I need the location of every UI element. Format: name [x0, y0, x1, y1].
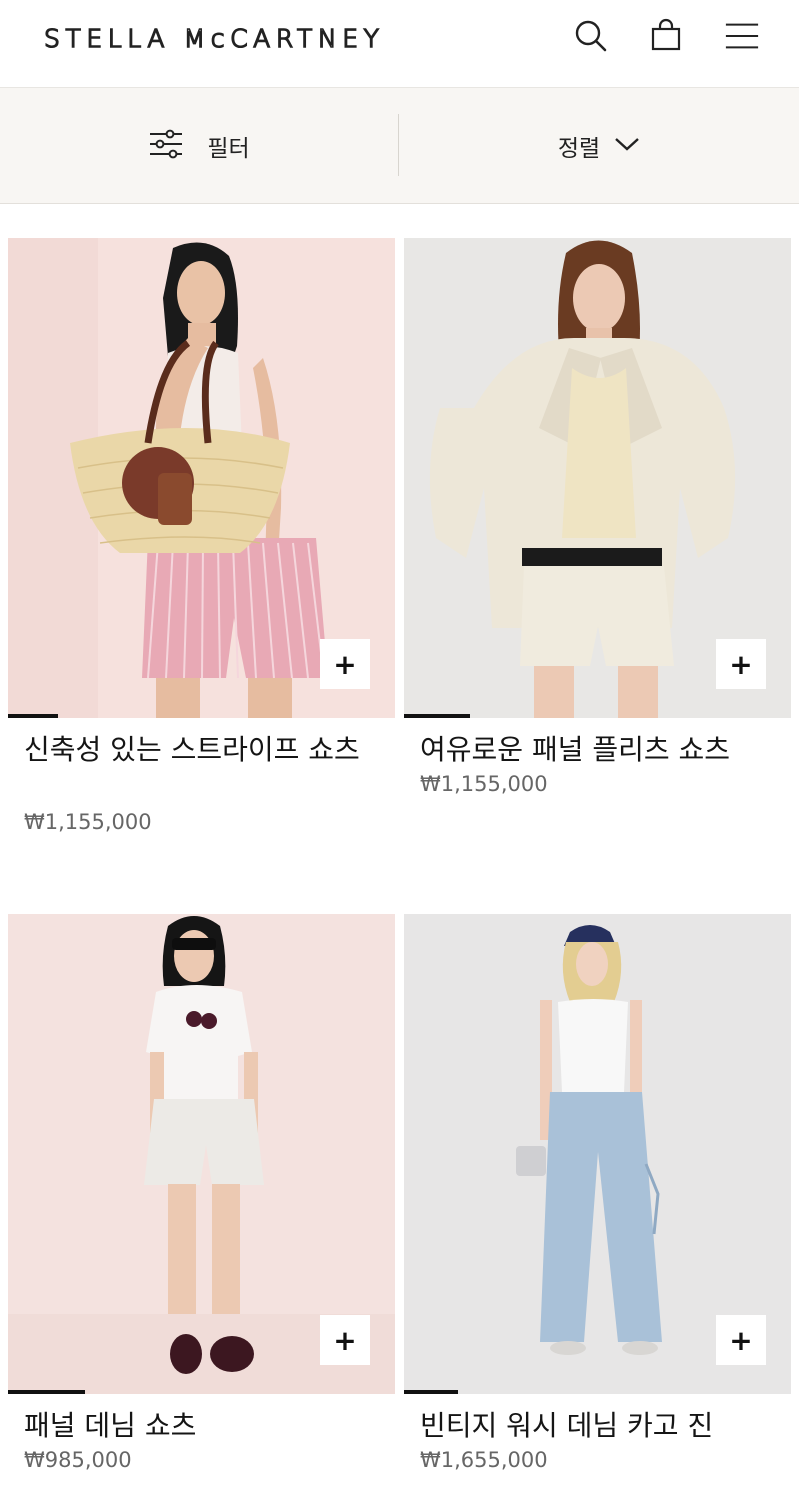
progress-fill	[404, 1390, 458, 1394]
filter-sliders-icon	[149, 129, 183, 163]
progress-fill	[404, 714, 470, 718]
image-carousel-progress	[404, 1390, 791, 1394]
add-to-bag-button[interactable]: +	[320, 639, 370, 689]
brand-logo[interactable]: STELLA McCARTNEY	[43, 23, 384, 54]
image-carousel-progress	[8, 1390, 395, 1394]
filter-button[interactable]: 필터	[0, 88, 399, 204]
product-name[interactable]: 신축성 있는 스트라이프 쇼츠	[24, 732, 380, 768]
sort-button[interactable]: 정렬	[399, 88, 799, 204]
site-header: STELLA McCARTNEY	[0, 0, 799, 88]
product-name[interactable]: 여유로운 패널 플리츠 쇼츠	[420, 732, 776, 768]
product-price: ₩1,655,000	[420, 1448, 548, 1472]
product-price: ₩985,000	[24, 1448, 132, 1472]
search-icon[interactable]	[572, 18, 608, 54]
product-card[interactable]: + 빈티지 워시 데님 카고 진 ₩1,655,000	[404, 914, 791, 1494]
product-card[interactable]: + 여유로운 패널 플리츠 쇼츠 ₩1,155,000	[404, 238, 791, 838]
menu-icon[interactable]	[724, 18, 760, 54]
product-price: ₩1,155,000	[420, 772, 548, 796]
sort-label: 정렬	[557, 136, 601, 162]
image-carousel-progress	[404, 714, 791, 718]
image-carousel-progress	[8, 714, 395, 718]
product-price: ₩1,155,000	[24, 810, 152, 834]
product-card[interactable]: + 패널 데님 쇼츠 ₩985,000	[8, 914, 395, 1494]
progress-fill	[8, 1390, 85, 1394]
bag-icon[interactable]	[648, 18, 684, 54]
filter-label: 필터	[207, 136, 250, 162]
product-name[interactable]: 빈티지 워시 데님 카고 진	[420, 1408, 776, 1444]
product-card[interactable]: + 신축성 있는 스트라이프 쇼츠 ₩1,155,000	[8, 238, 395, 838]
add-to-bag-button[interactable]: +	[320, 1315, 370, 1365]
progress-fill	[8, 714, 58, 718]
product-name[interactable]: 패널 데님 쇼츠	[24, 1408, 380, 1444]
add-to-bag-button[interactable]: +	[716, 1315, 766, 1365]
chevron-down-icon	[614, 136, 640, 156]
filter-sort-bar: 필터 정렬	[0, 88, 799, 204]
add-to-bag-button[interactable]: +	[716, 639, 766, 689]
